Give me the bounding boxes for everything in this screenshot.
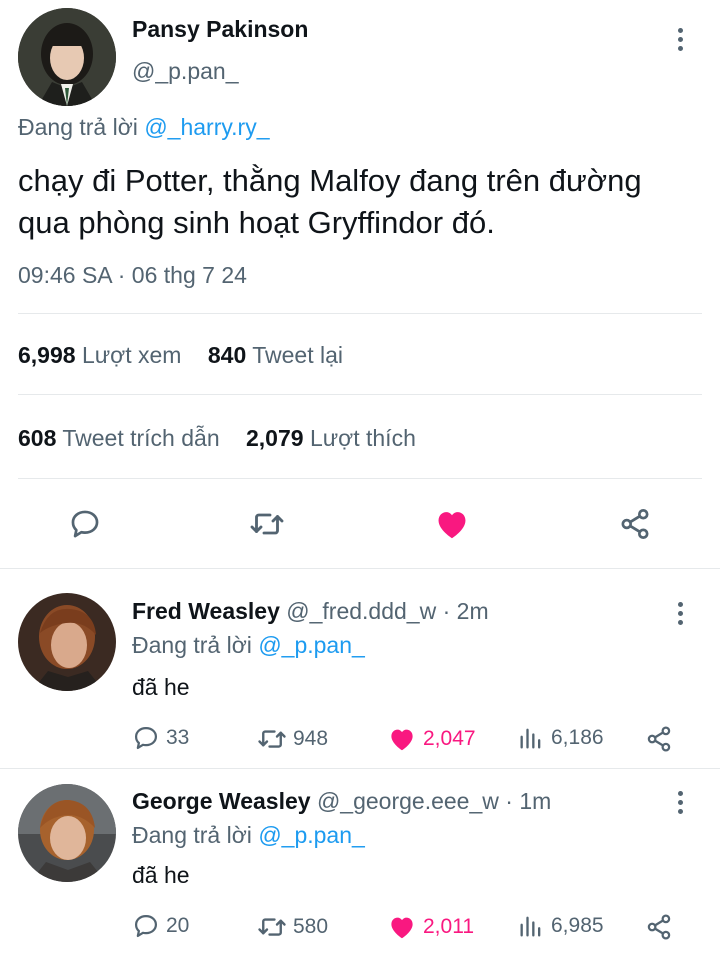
retweet-count: 948 (293, 727, 329, 750)
reply-time: · 1m (505, 788, 552, 814)
reply-text: đã he (132, 674, 190, 700)
retweets-stat[interactable]: 840 Tweet lại (208, 342, 343, 368)
retweet-button[interactable]: 580 (257, 912, 328, 942)
share-button[interactable] (644, 912, 674, 947)
like-icon (391, 917, 413, 939)
reply-action-bar: 33 948 2,047 6,186 (132, 722, 677, 758)
reply-context: Đang trả lời @_p.pan_ (132, 822, 365, 849)
divider (18, 394, 702, 395)
reply-button[interactable]: 20 (132, 912, 189, 940)
views-count: 6,998 (18, 342, 76, 368)
reply-icon (134, 726, 158, 750)
views-icon (520, 728, 541, 749)
likes-stat[interactable]: 2,079 Lượt thích (246, 425, 416, 451)
retweets-label: Tweet lại (252, 342, 343, 368)
views-icon (520, 916, 541, 937)
likes-count: 2,079 (246, 425, 304, 451)
tweet-text-line-1: chạy đi Potter, thằng Malfoy đang trên đ… (18, 163, 642, 198)
retweet-button[interactable]: 948 (257, 724, 328, 754)
reply-author-avatar[interactable] (18, 784, 116, 882)
more-options-icon[interactable] (668, 598, 692, 628)
reply-header: George Weasley @_george.eee_w · 1m (132, 788, 551, 815)
like-button[interactable] (427, 502, 477, 546)
reply-prefix: Đang trả lời (18, 114, 138, 140)
more-options-icon[interactable] (668, 24, 692, 54)
section-divider (0, 568, 720, 569)
like-button[interactable]: 2,047 (387, 724, 476, 754)
tweet-text-line-2: qua phòng sinh hoạt Gryffindor đó. (18, 205, 495, 240)
view-count: 6,186 (551, 726, 604, 749)
retweet-icon (250, 513, 284, 535)
reply-to-handle[interactable]: @_p.pan_ (258, 632, 365, 658)
more-options-icon[interactable] (668, 787, 692, 817)
reply-icon (71, 510, 99, 538)
section-divider (0, 768, 720, 769)
quotes-label: Tweet trích dẫn (62, 425, 220, 451)
retweet-icon (258, 918, 286, 936)
share-button[interactable] (644, 724, 674, 759)
like-button[interactable]: 2,011 (387, 912, 474, 942)
reply-author-avatar[interactable] (18, 593, 116, 691)
share-icon (621, 509, 649, 539)
retweet-count: 580 (293, 915, 329, 938)
reply-count: 33 (166, 726, 190, 749)
tweet-text: chạy đi Potter, thằng Malfoy đang trên đ… (18, 160, 642, 244)
main-author-avatar[interactable] (18, 8, 116, 106)
views-label: Lượt xem (81, 342, 182, 368)
reply-button[interactable] (60, 502, 110, 546)
main-author-name[interactable]: Pansy Pakinson (132, 16, 308, 43)
reply-author-handle[interactable]: @_fred.ddd_w (286, 598, 436, 624)
reply-author-handle[interactable]: @_george.eee_w (317, 788, 499, 814)
like-count: 2,011 (423, 915, 474, 938)
reply-header: Fred Weasley @_fred.ddd_w · 2m (132, 598, 489, 625)
quotes-count: 608 (18, 425, 57, 451)
reply-author-name[interactable]: Fred Weasley (132, 598, 280, 624)
reply-to-handle[interactable]: @_harry.ry_ (144, 114, 269, 140)
like-icon (438, 512, 466, 539)
tweet-timestamp: 09:46 SA · 06 thg 7 24 (18, 262, 247, 288)
divider (18, 478, 702, 479)
reply-button[interactable]: 33 (132, 724, 189, 752)
stats-row-1: 6,998 Lượt xem 840 Tweet lại (18, 342, 343, 369)
reply-icon (134, 914, 158, 938)
reply-count: 20 (166, 914, 190, 937)
reply-text: đã he (132, 862, 190, 888)
quotes-stat[interactable]: 608 Tweet trích dẫn (18, 425, 226, 451)
reply-context: Đang trả lời @_harry.ry_ (18, 114, 270, 141)
reply-prefix: Đang trả lời (132, 822, 252, 848)
views-button[interactable]: 6,186 (517, 724, 604, 752)
share-button[interactable] (610, 502, 660, 546)
like-count: 2,047 (423, 727, 476, 750)
reply-context: Đang trả lời @_p.pan_ (132, 632, 365, 659)
retweet-icon (258, 730, 286, 748)
reply-time: · 2m (442, 598, 489, 624)
reply-prefix: Đang trả lời (132, 632, 252, 658)
like-icon (391, 729, 413, 751)
views-button[interactable]: 6,985 (517, 912, 604, 940)
retweets-count: 840 (207, 342, 247, 368)
reply-to-handle[interactable]: @_p.pan_ (258, 822, 365, 848)
views-stat[interactable]: 6,998 Lượt xem (18, 342, 188, 368)
main-author-handle[interactable]: @_p.pan_ (132, 58, 239, 85)
share-icon (647, 914, 671, 940)
retweet-button[interactable] (242, 502, 292, 546)
likes-label: Lượt thích (309, 425, 416, 451)
view-count: 6,985 (551, 914, 604, 937)
share-icon (647, 726, 671, 752)
reply-author-name[interactable]: George Weasley (132, 788, 311, 814)
reply-action-bar: 20 580 2,011 6,985 (132, 910, 677, 946)
stats-row-2: 608 Tweet trích dẫn 2,079 Lượt thích (18, 425, 416, 452)
divider (18, 313, 702, 314)
